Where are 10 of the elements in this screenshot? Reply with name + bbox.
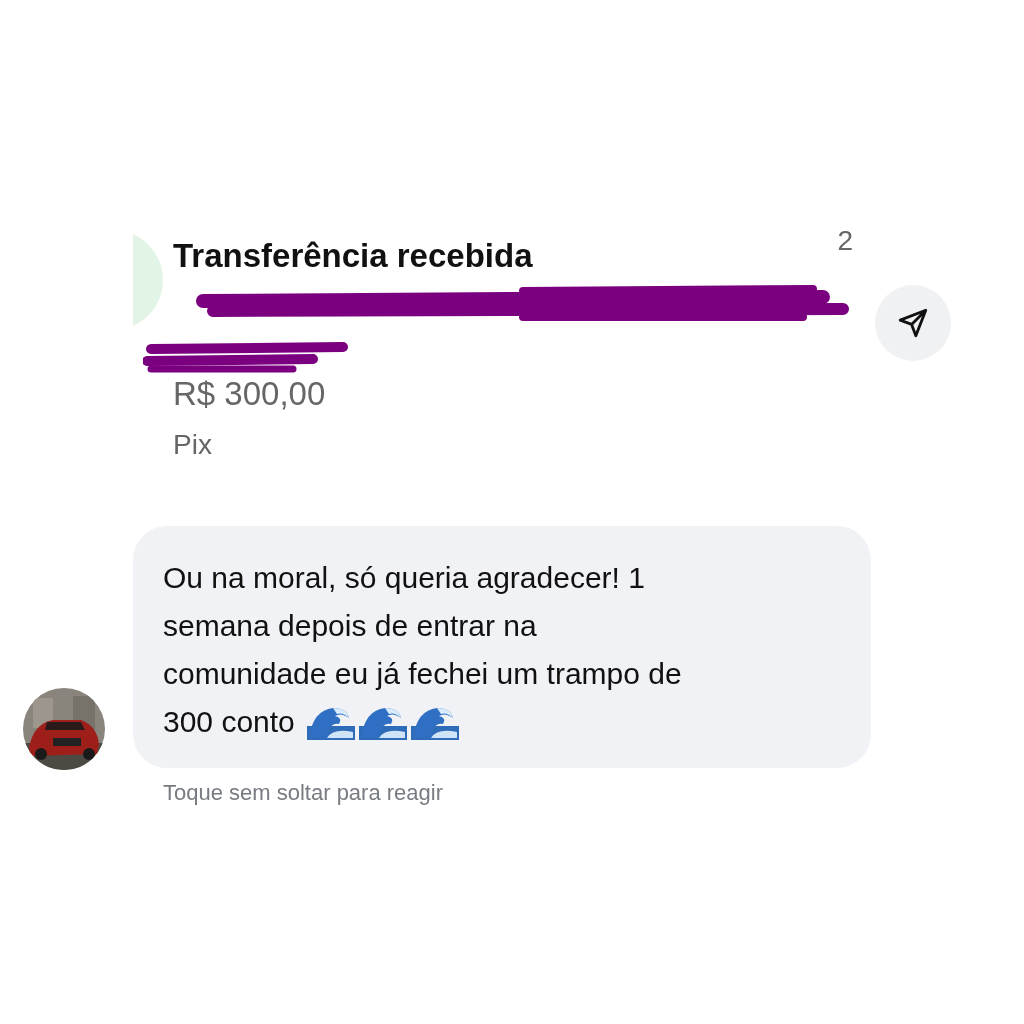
payment-method: Pix <box>173 429 213 461</box>
message-count: 2 <box>837 225 853 258</box>
transfer-amount: R$ 300,00 <box>173 375 327 413</box>
message-text: 300 conto <box>163 704 295 740</box>
reaction-hint: Toque sem soltar para reagir <box>163 780 445 806</box>
message-text: comunidade eu já fechei um trampo de <box>163 656 682 692</box>
message-text: semana depois de entrar na <box>163 608 537 644</box>
send-icon <box>896 306 930 340</box>
transfer-title: Transferência recebida <box>173 237 533 275</box>
message-text: Ou na moral, só queria agradecer! 1 <box>163 560 645 596</box>
